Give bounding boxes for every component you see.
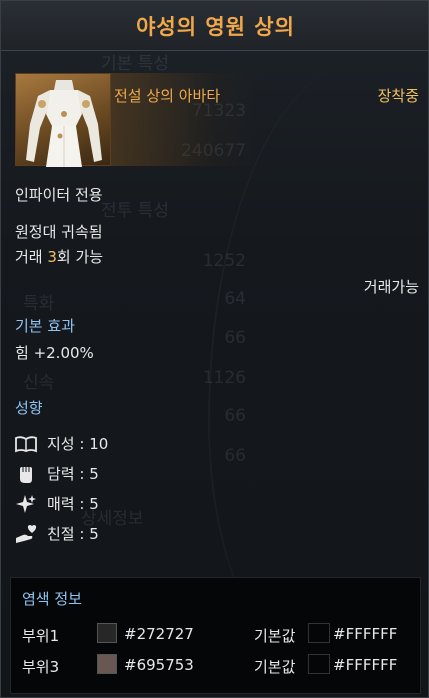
- tendency-item: 지성 : 10: [15, 433, 108, 454]
- tendency-text: 담력 : 5: [47, 465, 99, 483]
- trade-suffix: 회 가능: [56, 248, 104, 266]
- trade-prefix: 거래: [15, 248, 48, 266]
- dye-base-code: #FFFFFF: [333, 625, 398, 643]
- item-icon: [15, 73, 111, 167]
- item-grade-label: 전설 상의 아바타: [114, 87, 221, 105]
- dress-icon: [26, 80, 102, 167]
- sparkle-icon: [15, 494, 37, 514]
- tendency-title: 성향: [15, 399, 43, 417]
- dye-row: 부위3 #695753 기본값 #FFFFFF: [11, 654, 422, 676]
- dye-info-title: 염색 정보: [22, 590, 82, 608]
- color-swatch: [97, 623, 117, 643]
- tendency-text: 매력 : 5: [47, 495, 99, 513]
- dye-base-label: 기본값: [254, 658, 296, 676]
- binding-status: 원정대 귀속됨: [15, 223, 103, 241]
- dye-color-code: #272727: [124, 625, 194, 643]
- tendency-text: 지성 : 10: [47, 435, 109, 453]
- base-color-swatch: [308, 654, 330, 674]
- dye-part-label: 부위3: [22, 658, 60, 676]
- trade-status: 거래가능: [363, 278, 419, 296]
- dye-base-label: 기본값: [254, 627, 296, 645]
- item-tooltip: 기본 특성 71323 240677 전투 특성 1252 특화 64 66 신…: [0, 0, 429, 698]
- tendency-item: 담력 : 5: [15, 463, 99, 484]
- dye-color-code: #695753: [124, 656, 194, 674]
- color-swatch: [97, 654, 117, 674]
- tendency-text: 친절 : 5: [47, 525, 99, 543]
- dye-info-panel: 염색 정보 부위1 #272727 기본값 #FFFFFF 부위3 #69575…: [10, 577, 421, 694]
- dye-row: 부위1 #272727 기본값 #FFFFFF: [11, 623, 422, 645]
- equipped-status: 장착중: [377, 87, 419, 105]
- trade-count: 거래 3회 가능: [15, 246, 103, 267]
- base-effect-title: 기본 효과: [15, 317, 75, 335]
- item-name: 야성의 영원 상의: [136, 14, 295, 39]
- dye-part-label: 부위1: [22, 627, 60, 645]
- book-icon: [15, 434, 37, 454]
- tendency-item: 매력 : 5: [15, 493, 99, 514]
- base-effect-value: 힘 +2.00%: [15, 344, 94, 362]
- heart-hand-icon: [15, 524, 37, 544]
- tendency-item: 친절 : 5: [15, 523, 99, 544]
- tooltip-header: 야성의 영원 상의: [1, 1, 428, 51]
- fist-icon: [15, 464, 37, 484]
- trade-count-value: 3: [47, 248, 57, 266]
- class-restriction: 인파이터 전용: [15, 186, 103, 204]
- base-color-swatch: [308, 623, 330, 643]
- dye-base-code: #FFFFFF: [333, 656, 398, 674]
